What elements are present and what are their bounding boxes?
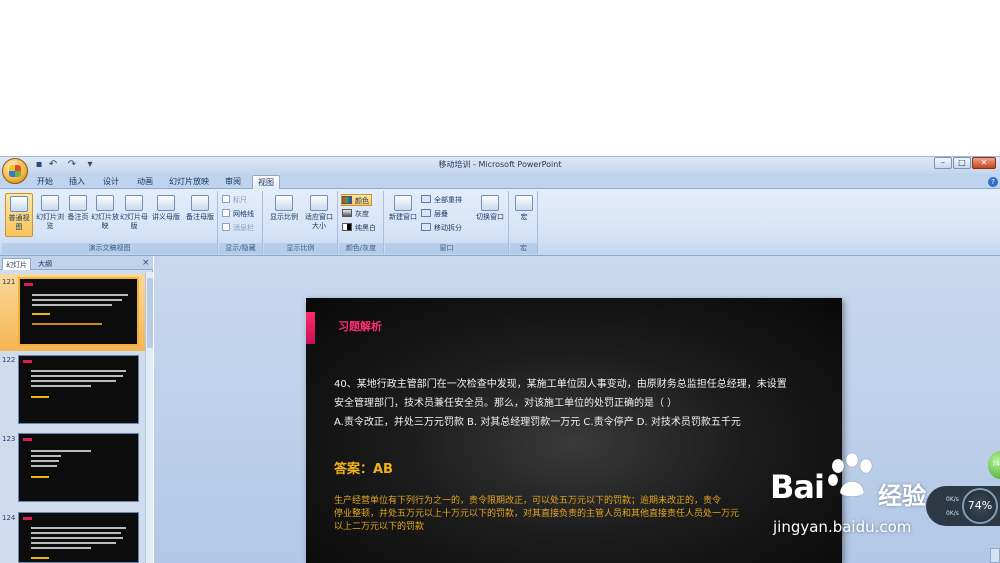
slide-sorter-icon [41, 195, 59, 211]
scrollbar-thumb[interactable] [147, 278, 153, 348]
explanation-line: 生产经营单位有下列行为之一的，责令限期改正，可以处五万元以下的罚款；逾期未改正的… [334, 496, 722, 506]
slide-thumbnail[interactable] [18, 433, 139, 502]
tab-insert[interactable]: 插入 [64, 175, 90, 189]
notes-page-icon [69, 195, 87, 211]
fit-window-icon [310, 195, 328, 211]
new-window-button[interactable]: 新建窗口 [387, 193, 419, 237]
macro-icon [515, 195, 533, 211]
ruler-checkbox[interactable]: 标尺 [222, 194, 247, 206]
slide-thumbnail[interactable] [18, 355, 139, 424]
redo-icon[interactable]: ↷ [66, 159, 78, 171]
gridlines-checkbox[interactable]: 网格线 [222, 208, 254, 220]
baidu-logo-text: Bai [770, 468, 825, 506]
arrange-all-button[interactable]: 全部重排 [421, 194, 462, 206]
message-bar-checkbox[interactable]: 消息栏 [222, 222, 254, 234]
normal-view-button[interactable]: 普通视图 [5, 193, 33, 237]
office-logo-icon [9, 165, 21, 177]
title-accent-bar [306, 312, 315, 344]
fit-to-window-button[interactable]: 适应窗口大小 [302, 193, 336, 237]
tab-review[interactable]: 审阅 [220, 175, 246, 189]
window-group-label: 窗口 [385, 243, 508, 254]
notes-page-button[interactable]: 备注页 [64, 193, 92, 237]
slide-master-button[interactable]: 幻灯片母版 [120, 193, 148, 237]
explanation-line: 以上二万元以下的罚款 [334, 522, 425, 532]
tab-design[interactable]: 设计 [97, 175, 125, 189]
window-group: 新建窗口 全部重排 层叠 移动拆分 切换窗口 窗口 [385, 191, 509, 254]
slide-number: 122 [2, 356, 16, 364]
download-rate: 0K/s [946, 510, 959, 517]
question-line: 40、某地行政主管部门在一次检查中发现，某施工单位因人事变动，由原财务总监担任总… [334, 379, 787, 390]
jingyan-text: 经验 [878, 482, 926, 510]
macro-group: 宏 宏 [510, 191, 538, 254]
undo-icon[interactable]: ↶ [47, 159, 59, 171]
tab-animation[interactable]: 动画 [131, 175, 159, 189]
slide-master-icon [125, 195, 143, 211]
save-icon[interactable]: ▪ [33, 159, 45, 171]
show-hide-group-label: 显示/隐藏 [219, 243, 262, 254]
color-group-label: 颜色/灰度 [339, 243, 383, 254]
customize-qat-icon[interactable]: ▾ [84, 159, 96, 171]
slide-thumbnail[interactable] [18, 512, 139, 563]
switch-window-icon [481, 195, 499, 211]
slide-number: 124 [2, 514, 16, 522]
slideshow-button[interactable]: 幻灯片放映 [91, 193, 119, 237]
pane-close-icon[interactable]: × [142, 258, 150, 268]
show-hide-group: 标尺 网格线 消息栏 显示/隐藏 [219, 191, 263, 254]
new-window-icon [394, 195, 412, 211]
grayscale-option[interactable]: 灰度 [342, 208, 369, 220]
color-option[interactable]: 颜色 [341, 194, 372, 206]
current-slide[interactable]: 习题解析 40、某地行政主管部门在一次检查中发现，某施工单位因人事变动，由原财务… [306, 298, 842, 563]
macro-button[interactable]: 宏 [510, 193, 538, 237]
tab-home[interactable]: 开始 [32, 175, 58, 189]
cascade-button[interactable]: 层叠 [421, 208, 448, 220]
notes-master-button[interactable]: 备注母版 [183, 193, 217, 237]
zoom-group: 显示比例 适应窗口大小 显示比例 [264, 191, 338, 254]
slide-title: 习题解析 [338, 320, 382, 333]
zoom-group-label: 显示比例 [264, 243, 337, 254]
upload-rate: 0K/s [946, 496, 959, 503]
color-group: 颜色 灰度 纯黑白 颜色/灰度 [339, 191, 384, 254]
views-group-label: 演示文稿视图 [2, 243, 217, 254]
move-split-button[interactable]: 移动拆分 [421, 222, 462, 234]
slideshow-icon [96, 195, 114, 211]
close-button[interactable]: ✕ [972, 157, 996, 169]
answer-text: 答案：AB [334, 462, 393, 477]
zoom-button[interactable]: 显示比例 [267, 193, 301, 237]
notes-master-icon [191, 195, 209, 211]
pure-bw-option[interactable]: 纯黑白 [342, 222, 376, 234]
magnifier-icon [275, 195, 293, 211]
question-line: 安全管理部门，技术员兼任安全员。那么，对该施工单位的处罚正确的是（ ） [334, 398, 678, 409]
vertical-scrollbar[interactable] [990, 548, 1000, 563]
switch-window-button[interactable]: 切换窗口 [473, 193, 507, 237]
explanation-line: 停业整顿，并处五万元以上十万元以下的罚款，对其直接负责的主管人员和其他直接责任人… [334, 509, 740, 519]
slide-thumbnail[interactable] [18, 277, 139, 346]
maximize-button[interactable]: □ [953, 157, 971, 169]
thumbnails-scrollbar[interactable] [145, 272, 153, 563]
slide-number: 121 [2, 278, 16, 286]
macro-group-label: 宏 [510, 243, 537, 254]
slide-number: 123 [2, 435, 16, 443]
question-options: A.责令改正，并处三万元罚款 B. 对其总经理罚款一万元 C.责令停产 D. 对… [334, 417, 741, 428]
tab-view[interactable]: 视图 [252, 175, 280, 189]
views-group: 普通视图 幻灯片浏览 备注页 幻灯片放映 幻灯片母版 讲义母版 备注母版 演示文… [2, 191, 218, 254]
tab-outline[interactable]: 大纲 [35, 258, 55, 270]
window-title: 移动培训 - Microsoft PowerPoint [438, 160, 562, 169]
slide-sorter-button[interactable]: 幻灯片浏览 [36, 193, 64, 237]
minimize-button[interactable]: – [934, 157, 952, 169]
baidu-paw-icon [827, 452, 873, 497]
watermark-url: jingyan.baidu.com [773, 518, 912, 536]
screen: ▪ ↶ ↷ ▾ 移动培训 - Microsoft PowerPoint – □ … [0, 0, 1000, 563]
tab-slideshow[interactable]: 幻灯片放映 [164, 175, 214, 189]
office-button[interactable] [2, 158, 28, 184]
tab-slides[interactable]: 幻灯片 [2, 258, 31, 270]
memory-gauge: 74% [962, 488, 998, 524]
normal-view-icon [10, 196, 28, 212]
handout-master-button[interactable]: 讲义母版 [149, 193, 183, 237]
help-icon[interactable]: ? [988, 177, 998, 187]
handout-master-icon [157, 195, 175, 211]
